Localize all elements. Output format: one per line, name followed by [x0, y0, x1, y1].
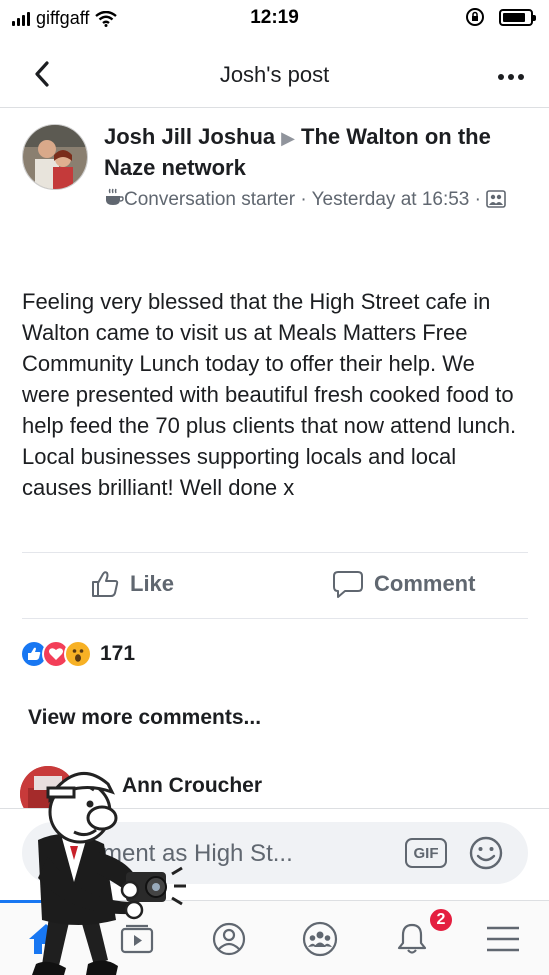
profile-icon [212, 922, 245, 955]
divider [22, 552, 528, 553]
view-more-comments-link[interactable]: View more comments... [28, 706, 261, 730]
author-avatar[interactable] [22, 124, 88, 190]
emoji-icon[interactable] [468, 835, 504, 871]
reaction-count: 171 [100, 642, 136, 665]
comment-button[interactable]: Comment [332, 566, 475, 602]
battery-icon [499, 8, 536, 26]
rotation-lock-icon [466, 8, 484, 26]
post-meta: Conversation starter · Yesterday at 16:5… [104, 186, 524, 214]
post-text: Feeling very blessed that the High Stree… [22, 289, 517, 500]
tab-menu[interactable] [458, 901, 549, 975]
conversation-starter-badge: Conversation starter [124, 189, 296, 210]
groups-icon [303, 921, 338, 956]
author-line: Josh Jill Joshua ▶ The Walton on the Naze … [104, 122, 524, 183]
nav-header: Josh's post [0, 40, 549, 108]
thumbs-up-icon [92, 571, 119, 597]
group-privacy-icon [486, 190, 507, 208]
wow-reaction-icon [64, 640, 92, 668]
more-dots-icon [498, 74, 524, 80]
meta-separator: · [300, 189, 307, 210]
bell-icon [397, 923, 426, 954]
photographer-cartoon-sticker [32, 772, 186, 975]
author-name[interactable]: Josh Jill Joshua [104, 124, 275, 149]
gif-button[interactable]: GIF [405, 838, 447, 868]
status-right [465, 7, 536, 27]
tab-notifications[interactable]: 2 [366, 901, 458, 975]
more-button[interactable] [497, 62, 525, 82]
reactions-summary[interactable]: 171 [20, 640, 135, 668]
meta-separator-2: · [474, 189, 481, 210]
post-timestamp[interactable]: Yesterday at 16:53 [312, 189, 470, 210]
like-label: Like [130, 571, 175, 596]
like-button[interactable]: Like [90, 566, 174, 602]
notification-badge: 2 [428, 907, 454, 933]
divider [22, 618, 528, 619]
page-title: Josh's post [219, 62, 330, 87]
triangle-right-icon: ▶ [281, 128, 296, 148]
avatar-photo [23, 125, 87, 189]
coffee-cup-icon [106, 188, 124, 205]
comment-bubble-icon [333, 571, 363, 598]
status-bar: giffgaff 12:19 [0, 0, 549, 40]
tab-groups[interactable] [275, 901, 367, 975]
menu-icon [487, 926, 520, 951]
comment-label: Comment [374, 571, 476, 596]
